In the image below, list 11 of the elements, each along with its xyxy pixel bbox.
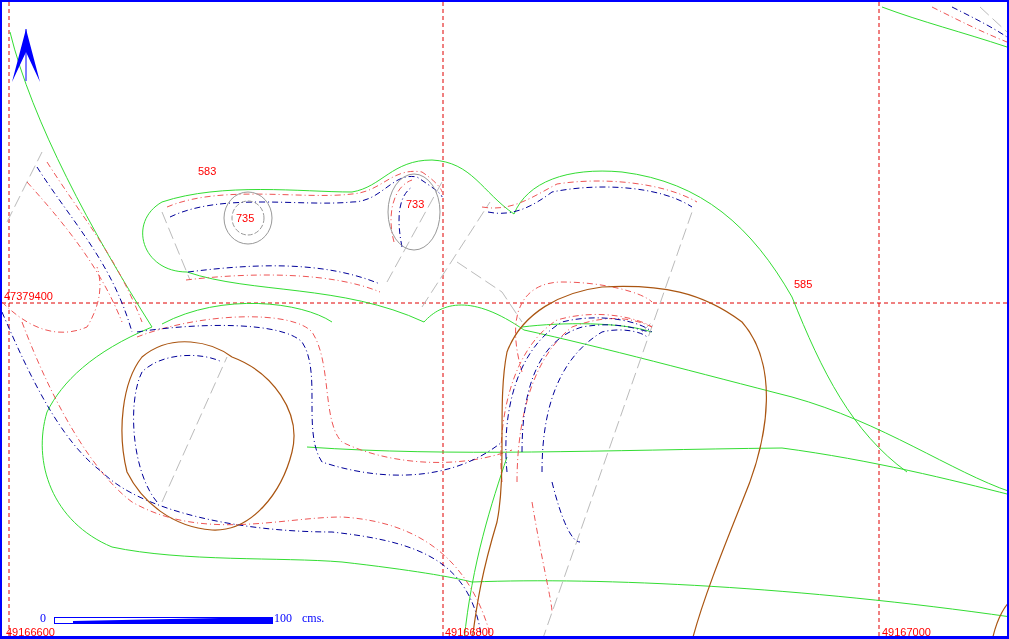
grid-coordinate-label: 47379400	[4, 290, 53, 302]
contour-label: 583	[198, 165, 217, 177]
contour-label: 733	[406, 198, 425, 210]
contour-label: 735	[236, 212, 255, 224]
grid-coordinate-label: 49166600	[6, 626, 55, 636]
scale-start-label: 0	[40, 612, 46, 625]
grid-coordinate-label: 49167000	[882, 626, 931, 636]
contour-label: 585	[794, 278, 813, 290]
scale-unit-label: cms.	[302, 612, 325, 625]
scale-end-label: 100	[274, 612, 292, 625]
north-arrow-icon	[12, 28, 40, 82]
